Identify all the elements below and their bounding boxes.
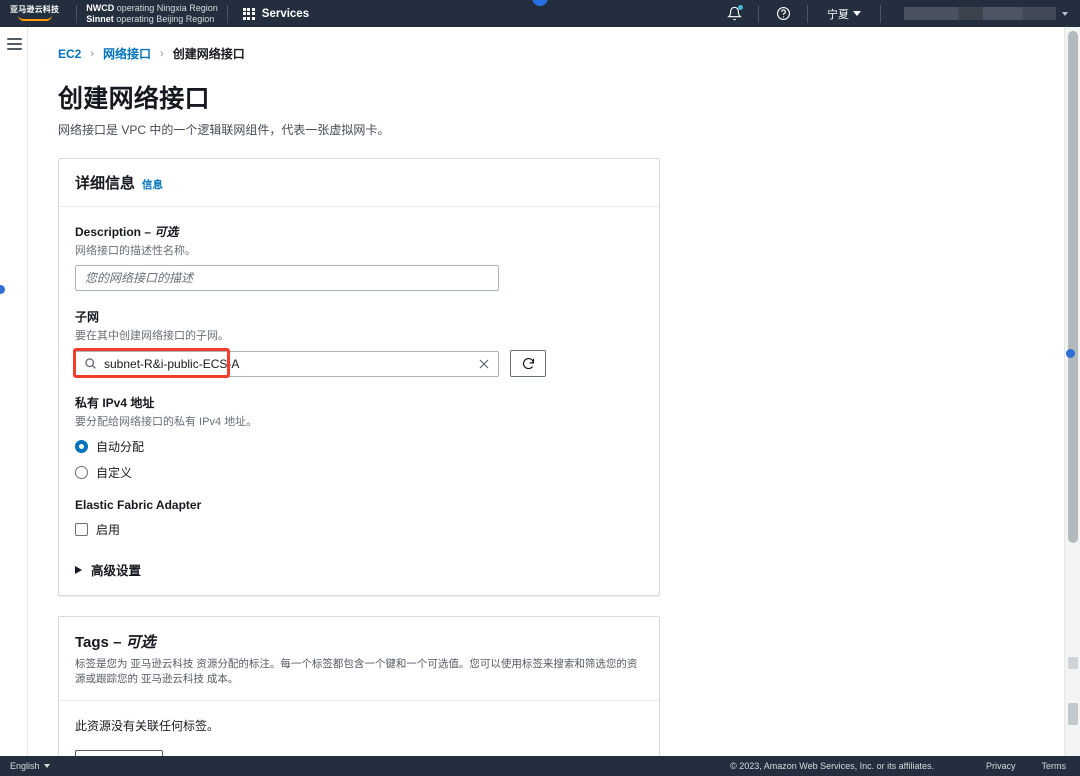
description-label: Description – 可选	[75, 223, 643, 240]
tags-empty-text: 此资源没有关联任何标签。	[75, 719, 220, 733]
private-ipv4-field: 私有 IPv4 地址 要分配给网络接口的私有 IPv4 地址。 自动分配 自定义	[75, 394, 643, 481]
aws-logo-text: 亚马逊云科技	[10, 5, 60, 14]
account-menu[interactable]	[890, 7, 1072, 20]
details-card-body: Description – 可选 网络接口的描述性名称。 子网 要在其中创建网络…	[59, 207, 659, 595]
radio-custom-label: 自定义	[96, 466, 133, 480]
language-chevron-down-icon	[43, 764, 50, 768]
region-selector[interactable]: 宁夏	[817, 6, 871, 22]
nav-right-group: 宁夏	[719, 0, 1072, 27]
breadcrumb-separator-1: ›	[90, 47, 95, 60]
page-scrollbar[interactable]	[1064, 27, 1080, 756]
details-card: 详细信息 信息 Description – 可选 网络接口的描述性名称。 您的网…	[58, 158, 660, 596]
terms-link[interactable]: Terms	[1042, 761, 1067, 771]
help-button[interactable]	[768, 0, 798, 27]
chevron-down-icon	[853, 11, 861, 16]
advanced-settings-label: 高级设置	[91, 564, 142, 578]
search-icon	[84, 357, 97, 370]
radio-custom-control[interactable]	[75, 466, 88, 479]
notifications-button[interactable]	[719, 0, 749, 27]
subnet-help: 要在其中创建网络接口的子网。	[75, 330, 229, 342]
subnet-selected-value: subnet-R&i-public-ECS-A	[104, 356, 240, 371]
tags-description: 标签是您为 亚马逊云科技 资源分配的标注。每一个标签都包含一个键和一个可选值。您…	[75, 658, 638, 685]
description-optional-text: 可选	[154, 225, 179, 239]
efa-label: Elastic Fabric Adapter	[75, 498, 202, 512]
efa-enable-checkbox[interactable]	[75, 523, 88, 536]
tags-optional-text: 可选	[125, 634, 156, 651]
bottom-bar: English © 2023, Amazon Web Services, Inc…	[0, 756, 1080, 776]
language-selector-label: English	[10, 761, 40, 771]
breadcrumb-separator-2: ›	[160, 47, 164, 60]
triangle-right-icon	[75, 565, 82, 574]
description-field: Description – 可选 网络接口的描述性名称。	[75, 223, 643, 291]
region-operator-1-bold: NWCD	[86, 2, 115, 13]
notification-badge-dot	[738, 5, 743, 10]
region-operator-1-rest: operating Ningxia Region	[114, 2, 218, 13]
page-title: 创建网络接口	[58, 85, 210, 113]
tags-card-title: Tags – 可选	[75, 631, 643, 652]
account-name-redacted	[904, 7, 1056, 20]
breadcrumb: EC2 › 网络接口 › 创建网络接口	[58, 45, 1064, 62]
refresh-icon	[522, 357, 534, 370]
radio-auto-assign-label: 自动分配	[96, 440, 145, 454]
tags-title-text: Tags –	[75, 634, 126, 651]
tags-card: Tags – 可选 标签是您为 亚马逊云科技 资源分配的标注。每一个标签都包含一…	[58, 616, 660, 756]
tags-card-body: 此资源没有关联任何标签。 添加新标签 您还可以另外添加 50 个标签	[59, 701, 659, 756]
nav-divider-2	[226, 4, 228, 23]
subnet-row: subnet-R&i-public-ECS-A	[73, 347, 643, 378]
services-menu-button[interactable]: Services	[237, 4, 315, 24]
nav-divider-5	[880, 4, 881, 23]
breadcrumb-item-ec2[interactable]: EC2	[58, 47, 81, 61]
subnet-select[interactable]: subnet-R&i-public-ECS-A	[73, 347, 499, 378]
tags-card-header: Tags – 可选 标签是您为 亚马逊云科技 资源分配的标注。每一个标签都包含一…	[59, 617, 659, 701]
subnet-field: 子网 要在其中创建网络接口的子网。 subnet-R&i-public-ECS-…	[73, 308, 643, 378]
region-operator-text: NWCD operating Ningxia Region Sinnet ope…	[86, 3, 218, 25]
page-subtitle: 网络接口是 VPC 中的一个逻辑联网组件，代表一张虚拟网卡。	[58, 123, 390, 137]
radio-auto-assign[interactable]: 自动分配	[75, 438, 643, 455]
private-ipv4-label: 私有 IPv4 地址	[75, 396, 155, 410]
close-x-icon[interactable]	[475, 355, 493, 373]
details-card-title: 详细信息	[75, 175, 136, 192]
refresh-subnets-button[interactable]	[510, 350, 546, 377]
aws-smile-icon	[17, 15, 52, 21]
region-selector-label: 宁夏	[827, 8, 849, 21]
efa-field: Elastic Fabric Adapter 启用	[75, 498, 643, 538]
region-operator-2-bold: Sinnet	[86, 13, 114, 24]
scrollbar-position-marker	[1066, 349, 1075, 358]
account-chevron-down-icon	[1062, 11, 1068, 16]
description-label-text: Description –	[75, 225, 155, 239]
left-sidebar-rail	[0, 27, 28, 756]
nav-divider-4	[807, 4, 808, 23]
description-help: 网络接口的描述性名称。	[75, 245, 196, 257]
language-selector[interactable]: English	[10, 761, 50, 771]
subnet-label: 子网	[75, 310, 100, 324]
description-input[interactable]	[75, 265, 499, 291]
app-root: 亚马逊云科技 NWCD operating Ningxia Region Sin…	[0, 0, 1080, 776]
radio-auto-assign-control[interactable]	[75, 440, 88, 453]
details-info-link[interactable]: 信息	[142, 177, 163, 192]
details-card-header: 详细信息 信息	[59, 159, 659, 207]
region-operator-2-rest: operating Beijing Region	[113, 13, 215, 24]
private-ipv4-help: 要分配给网络接口的私有 IPv4 地址。	[75, 416, 258, 428]
advanced-settings-expander[interactable]: 高级设置	[75, 560, 643, 579]
services-menu-label: Services	[261, 7, 310, 20]
scrollbar-nub-lower	[1068, 703, 1078, 725]
scrollbar-nub-upper	[1068, 657, 1078, 669]
sidebar-toggle-hamburger-icon[interactable]	[7, 38, 22, 50]
radio-custom[interactable]: 自定义	[75, 464, 643, 481]
copyright-text: © 2023, Amazon Web Services, Inc. or its…	[730, 761, 934, 771]
edge-drag-handle[interactable]	[0, 285, 5, 294]
privacy-link[interactable]: Privacy	[986, 761, 1016, 771]
help-circle-icon	[776, 7, 790, 20]
breadcrumb-item-network-interfaces[interactable]: 网络接口	[103, 45, 151, 62]
nav-divider-1	[76, 4, 78, 23]
breadcrumb-item-current: 创建网络接口	[172, 47, 245, 61]
efa-enable-label: 启用	[96, 523, 121, 537]
nav-divider-3	[758, 4, 759, 23]
efa-enable-checkbox-row[interactable]: 启用	[75, 521, 643, 538]
scrollbar-thumb[interactable]	[1068, 31, 1078, 543]
main-content: EC2 › 网络接口 › 创建网络接口 创建网络接口 网络接口是 VPC 中的一…	[28, 27, 1064, 756]
grid-menu-icon	[242, 7, 255, 20]
aws-logo[interactable]: 亚马逊云科技	[10, 6, 59, 21]
